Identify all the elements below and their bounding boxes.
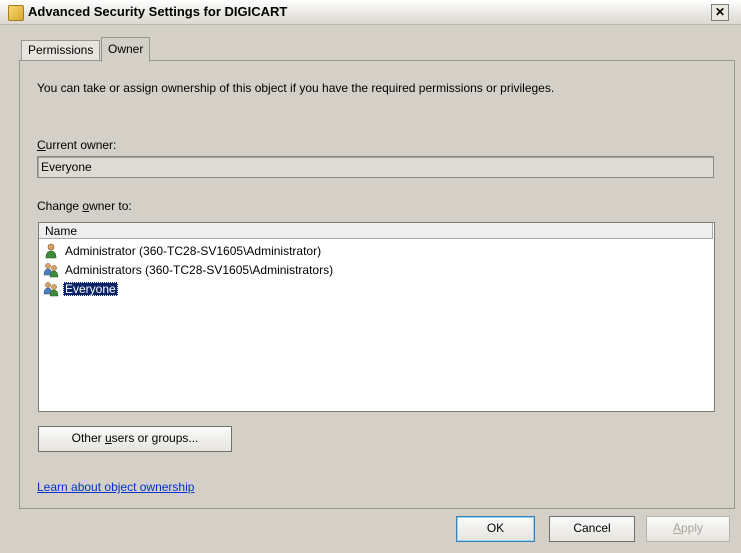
tab-permissions-label: Permissions <box>28 43 94 57</box>
tab-permissions[interactable]: Permissions <box>21 40 101 61</box>
list-item-label: Administrator (360-TC28-SV1605\Administr… <box>65 244 322 258</box>
close-button[interactable]: ✕ <box>711 4 729 21</box>
folder-icon <box>8 5 24 21</box>
tab-owner[interactable]: Owner <box>101 37 151 62</box>
user-icon <box>45 243 57 259</box>
window-title: Advanced Security Settings for DIGICART <box>28 4 288 19</box>
change-owner-label: Change owner to: <box>37 199 132 213</box>
ownership-description: You can take or assign ownership of this… <box>37 81 555 95</box>
current-owner-label: Current owner: <box>37 138 117 152</box>
apply-button[interactable]: Apply <box>646 516 730 542</box>
group-icon <box>43 263 59 278</box>
column-header-name[interactable]: Name <box>39 223 713 239</box>
learn-about-ownership-link[interactable]: Learn about object ownership <box>37 480 194 494</box>
change-owner-list[interactable]: Name Administrator (360-TC28-SV1605\Admi… <box>38 222 715 412</box>
list-item-label: Administrators (360-TC28-SV1605\Administ… <box>65 263 334 277</box>
close-icon: ✕ <box>714 5 726 19</box>
title-bar[interactable]: Advanced Security Settings for DIGICART … <box>0 0 741 25</box>
current-owner-field: Everyone <box>37 156 714 178</box>
cancel-button[interactable]: Cancel <box>549 516 635 542</box>
list-item-label: Everyone <box>63 282 118 296</box>
tab-owner-label: Owner <box>108 42 144 56</box>
ok-button[interactable]: OK <box>456 516 535 542</box>
other-users-or-groups-button[interactable]: Other users or groups... <box>38 426 232 452</box>
group-icon <box>43 282 59 297</box>
current-owner-value: Everyone <box>41 160 92 174</box>
